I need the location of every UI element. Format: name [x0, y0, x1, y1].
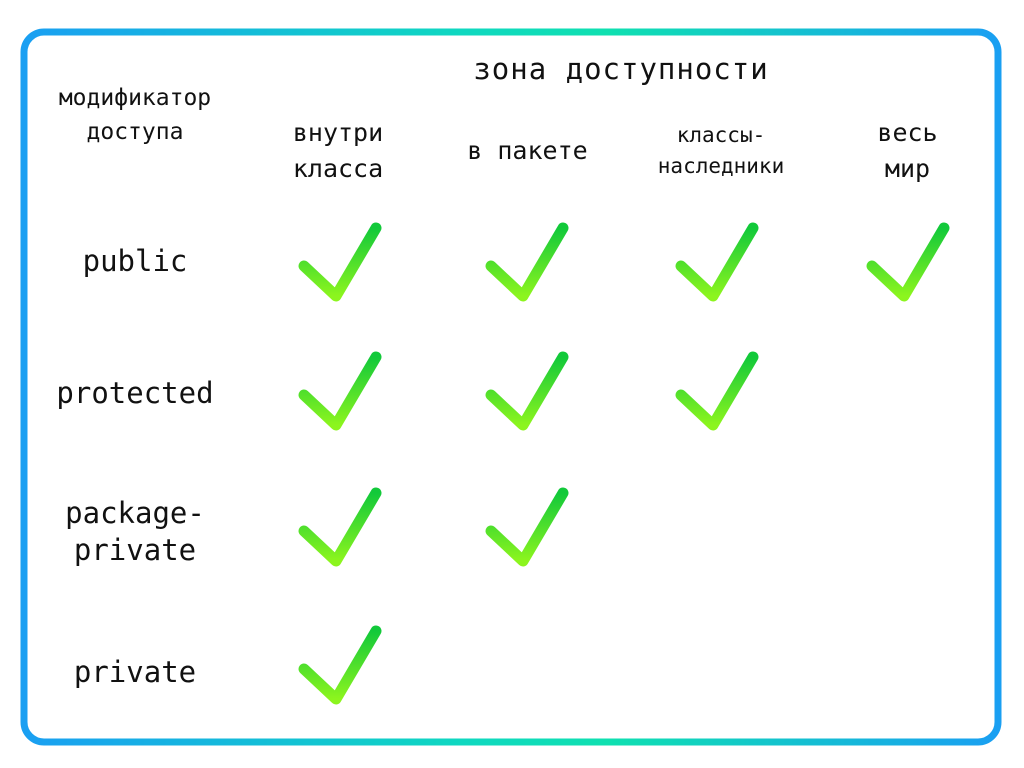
checkmark-icon	[675, 351, 759, 431]
checkmark-icon	[675, 222, 759, 302]
checkmark-icon	[298, 222, 382, 302]
checkmark-icon	[866, 222, 950, 302]
checkmark-icon	[298, 351, 382, 431]
column-header-inside-class: внутри класса	[292, 118, 384, 183]
row-label-protected: protected	[56, 376, 214, 410]
row-label-package-private: package- private	[65, 496, 205, 567]
column-header-whole-world: весь мир	[877, 118, 938, 183]
row-label-private: private	[73, 654, 197, 689]
corner-header: модификатор доступа	[58, 85, 212, 145]
checkmark-icon	[298, 625, 382, 705]
row-label-public: public	[82, 244, 188, 278]
column-header-in-package: в пакете	[467, 136, 588, 165]
checkmark-icon	[298, 487, 382, 567]
checkmark-icon	[485, 487, 569, 567]
checkmark-icon	[485, 351, 569, 431]
checkmark-icon	[485, 222, 569, 302]
column-header-subclasses: классы- наследники	[657, 123, 785, 178]
group-header: зона доступности	[473, 52, 769, 86]
